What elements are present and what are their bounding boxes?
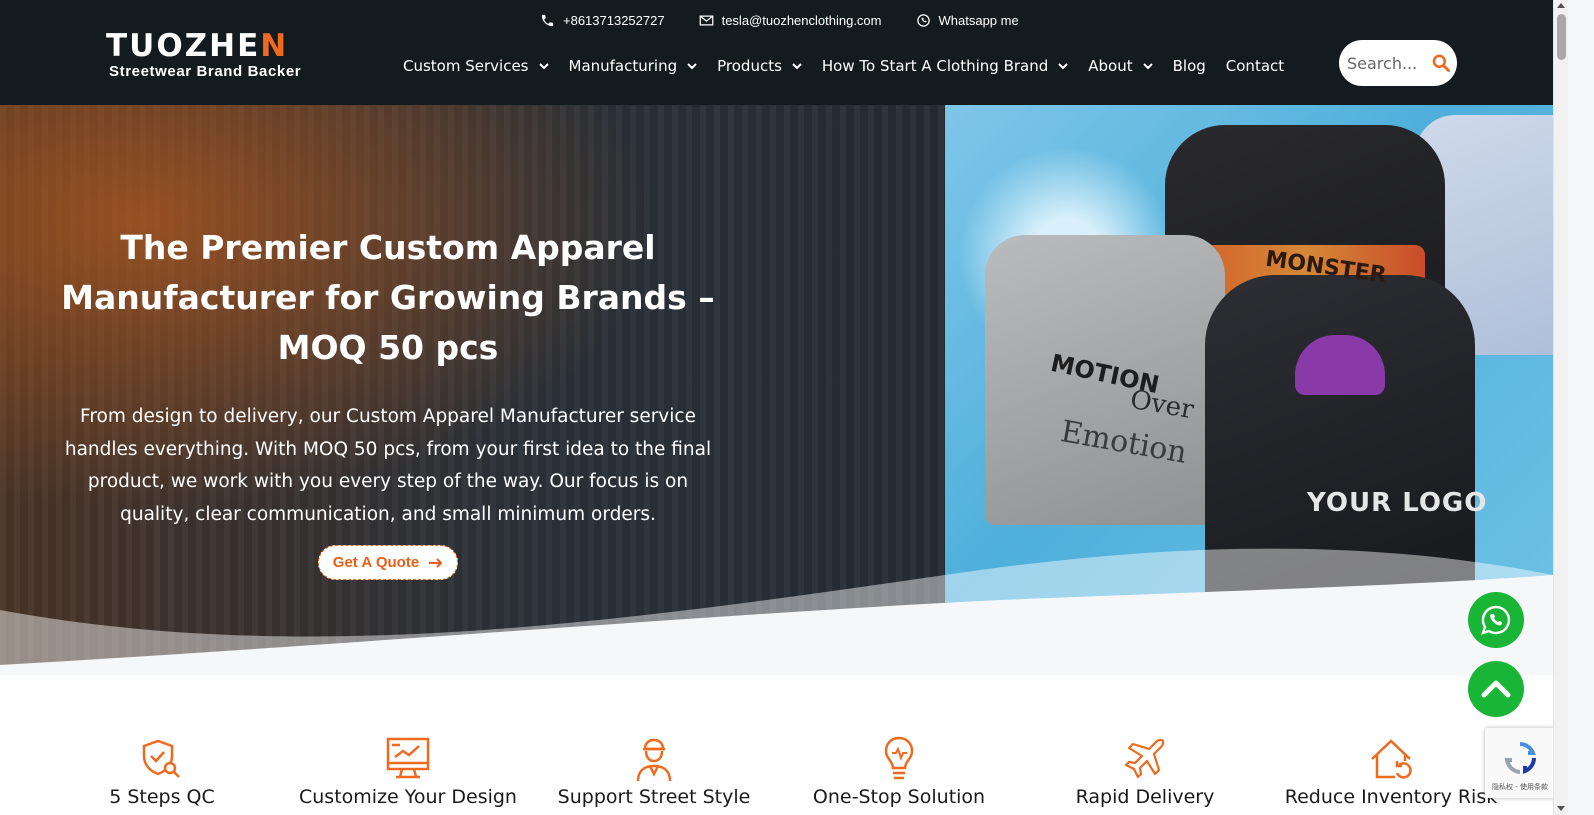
site-header: TUOZHEN Streetwear Brand Backer +8613713… [0, 0, 1553, 105]
recaptcha-terms: 隐私权 - 使用条款 [1492, 783, 1548, 791]
nav-item-label: Products [717, 57, 782, 75]
phone-link[interactable]: +8613713252727 [540, 11, 665, 29]
phone-icon [541, 14, 554, 26]
scroll-up-arrow[interactable] [1557, 3, 1565, 8]
person-cap-icon [636, 738, 672, 782]
monitor-design-icon [386, 737, 430, 779]
chevron-down-icon [687, 63, 697, 70]
back-to-top-button[interactable] [1468, 661, 1524, 717]
feature-item: One-Stop Solution [769, 735, 1029, 808]
brand-logo[interactable]: TUOZHEN Streetwear Brand Backer [106, 30, 326, 80]
hero-title: The Premier Custom Apparel Manufacturer … [61, 228, 715, 367]
nav-item-label: Contact [1225, 57, 1285, 75]
whatsapp-link[interactable]: Whatsapp me [916, 11, 1019, 29]
airplane-icon [1124, 738, 1165, 779]
shield-check-icon [142, 739, 180, 778]
nav-item-label: Blog [1172, 57, 1206, 75]
whatsapp-float-button[interactable] [1468, 592, 1524, 648]
feature-label: One-Stop Solution [812, 786, 986, 808]
scroll-down-arrow[interactable] [1557, 806, 1565, 811]
nav-item-label: About [1088, 57, 1133, 75]
recaptcha-icon [1504, 742, 1536, 774]
whatsapp-icon [1481, 605, 1511, 635]
chevron-up-icon [1481, 680, 1511, 698]
hero-description: From design to delivery, our Custom Appa… [64, 406, 712, 525]
chevron-down-icon [792, 63, 802, 70]
nav-item-blog[interactable]: Blog [1173, 55, 1206, 77]
search-icon[interactable] [1431, 53, 1451, 73]
feature-label: Customize Your Design [299, 786, 517, 808]
arrow-right-icon [429, 557, 443, 568]
nav-item-about[interactable]: About [1088, 55, 1153, 77]
lightbulb-icon [884, 736, 914, 780]
feature-item: Customize Your Design [278, 735, 538, 808]
nav-item-label: Custom Services [403, 57, 529, 75]
page-scrollbar[interactable] [1553, 0, 1568, 815]
nav-item-products[interactable]: Products [717, 55, 802, 77]
search-box [1339, 40, 1457, 86]
feature-item: Support Street Style [524, 735, 784, 808]
email-address: tesla@tuozhenclothing.com [721, 12, 882, 28]
chevron-down-icon [538, 63, 549, 70]
logo-tagline: Streetwear Brand Backer [109, 63, 302, 80]
logo-wordmark: TUOZHEN [106, 28, 289, 64]
get-a-quote-label: Get A Quote [332, 554, 420, 571]
whatsapp-label: Whatsapp me [938, 12, 1019, 28]
nav-item-label: How To Start A Clothing Brand [821, 57, 1049, 75]
chevron-down-icon [1142, 63, 1153, 70]
feature-label: Support Street Style [557, 786, 751, 808]
features-row: 5 Steps QC Customize Your Design Support… [0, 675, 1553, 815]
house-refresh-icon [1371, 739, 1412, 779]
feature-item: Reduce Inventory Risk [1261, 735, 1521, 808]
email-link[interactable]: tesla@tuozhenclothing.com [699, 11, 882, 29]
nav-item-how-to-start[interactable]: How To Start A Clothing Brand [822, 55, 1068, 77]
recaptcha-badge[interactable]: 隐私权 - 使用条款 [1485, 728, 1555, 798]
feature-item: Rapid Delivery [1015, 735, 1275, 808]
whatsapp-icon [916, 13, 930, 27]
nav-item-contact[interactable]: Contact [1226, 55, 1284, 77]
search-input[interactable] [1347, 53, 1425, 73]
feature-item: 5 Steps QC [32, 735, 292, 808]
hero-section: MONSTER MOTION Over Emotion YOUR LOGO Th… [0, 105, 1553, 675]
feature-label: Reduce Inventory Risk [1284, 786, 1498, 808]
chevron-down-icon [1058, 63, 1068, 70]
contact-bar: +8613713252727 tesla@tuozhenclothing.com… [540, 11, 1053, 29]
nav-item-custom-services[interactable]: Custom Services [403, 55, 549, 77]
feature-label: Rapid Delivery [1075, 786, 1215, 808]
envelope-icon [699, 15, 713, 25]
nav-item-manufacturing[interactable]: Manufacturing [569, 55, 698, 77]
nav-item-label: Manufacturing [568, 57, 678, 75]
hero-content: The Premier Custom Apparel Manufacturer … [60, 223, 716, 531]
phone-number: +8613713252727 [563, 12, 665, 28]
feature-label: 5 Steps QC [109, 786, 215, 808]
get-a-quote-button[interactable]: Get A Quote [318, 545, 458, 580]
main-nav: Custom Services Manufacturing Products H… [403, 55, 1304, 77]
scroll-thumb[interactable] [1557, 14, 1566, 60]
